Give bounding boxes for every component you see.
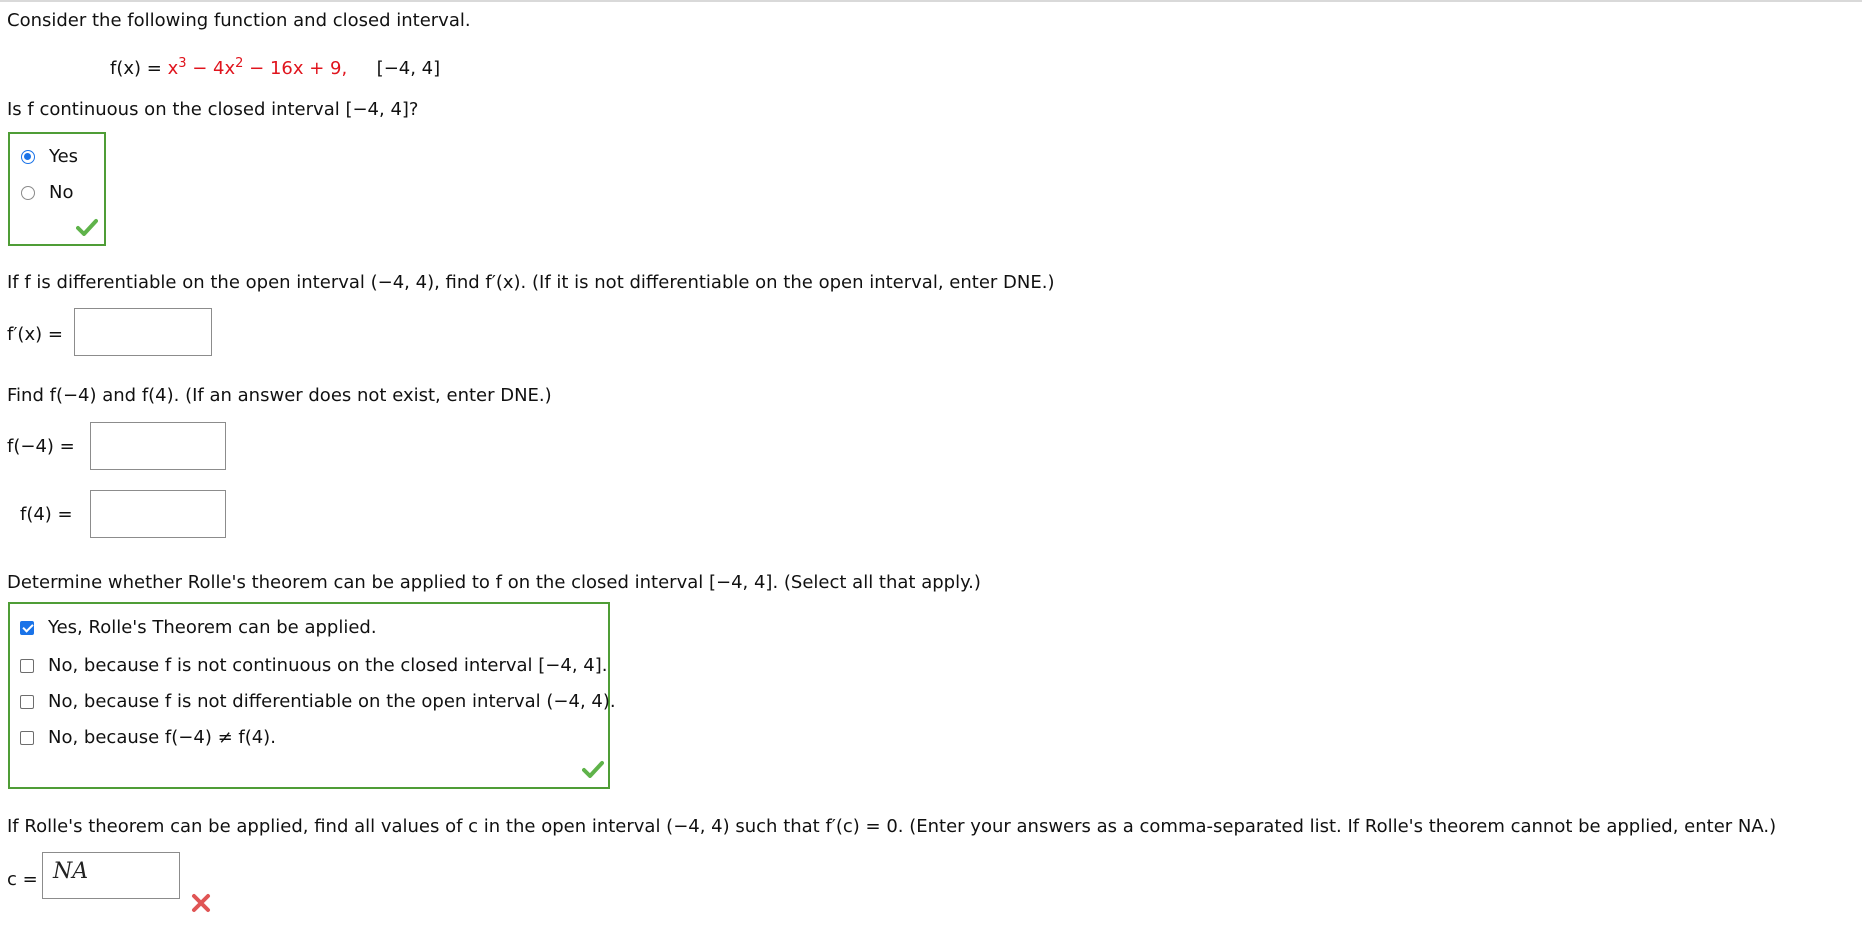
q1-option-no-label: No (49, 182, 74, 203)
fprime-input[interactable] (74, 308, 212, 356)
q2-prompt: If f is differentiable on the open inter… (7, 272, 1055, 293)
q1-answer-box: Yes No (8, 132, 106, 246)
q4-option-2[interactable]: No, because f is not continuous on the c… (20, 655, 607, 676)
q4-option-1-label: Yes, Rolle's Theorem can be applied. (48, 617, 377, 638)
radio-yes[interactable] (21, 149, 35, 164)
q1-option-yes-label: Yes (49, 146, 79, 167)
checkbox-1[interactable] (20, 620, 34, 635)
q3-prompt: Find f(−4) and f(4). (If an answer does … (7, 385, 552, 406)
function-lhs: f(x) = (110, 58, 168, 79)
q3-label-a: f(−4) = (7, 436, 75, 457)
function-line: f(x) = x3 − 4x2 − 16x + 9, [−4, 4] (110, 56, 440, 79)
q5-label: c = (7, 869, 38, 890)
q4-option-1[interactable]: Yes, Rolle's Theorem can be applied. (20, 617, 377, 638)
check-mark-icon (76, 219, 98, 236)
q1-prompt: Is f continuous on the closed interval [… (7, 99, 419, 120)
q4-option-2-label: No, because f is not continuous on the c… (48, 655, 608, 676)
function-expression: x3 − 4x2 − 16x + 9, (167, 56, 348, 79)
q5-prompt: If Rolle's theorem can be applied, find … (7, 816, 1777, 837)
top-divider (0, 0, 1862, 2)
c-values-input[interactable]: NA (42, 852, 180, 899)
q4-answer-box: Yes, Rolle's Theorem can be applied. No,… (8, 602, 616, 789)
q2-label: f′(x) = (7, 324, 63, 345)
q4-option-4[interactable]: No, because f(−4) ≠ f(4). (20, 727, 276, 748)
q4-option-3-label: No, because f is not differentiable on t… (48, 691, 616, 712)
intro-text: Consider the following function and clos… (7, 10, 471, 31)
f-minus4-input[interactable] (90, 422, 226, 470)
q3-label-b: f(4) = (20, 504, 73, 525)
q4-option-4-label: No, because f(−4) ≠ f(4). (48, 727, 276, 748)
check-mark-icon (582, 761, 604, 778)
cross-mark-icon (192, 894, 210, 912)
radio-no[interactable] (21, 185, 35, 200)
f-4-input[interactable] (90, 490, 226, 538)
q1-option-no[interactable]: No (21, 182, 73, 203)
function-interval: [−4, 4] (376, 58, 441, 79)
checkbox-4[interactable] (20, 730, 34, 745)
checkbox-2[interactable] (20, 658, 34, 673)
q4-prompt: Determine whether Rolle's theorem can be… (7, 572, 981, 593)
q1-option-yes[interactable]: Yes (21, 146, 78, 167)
checkbox-3[interactable] (20, 694, 34, 709)
q4-option-3[interactable]: No, because f is not differentiable on t… (20, 691, 616, 712)
